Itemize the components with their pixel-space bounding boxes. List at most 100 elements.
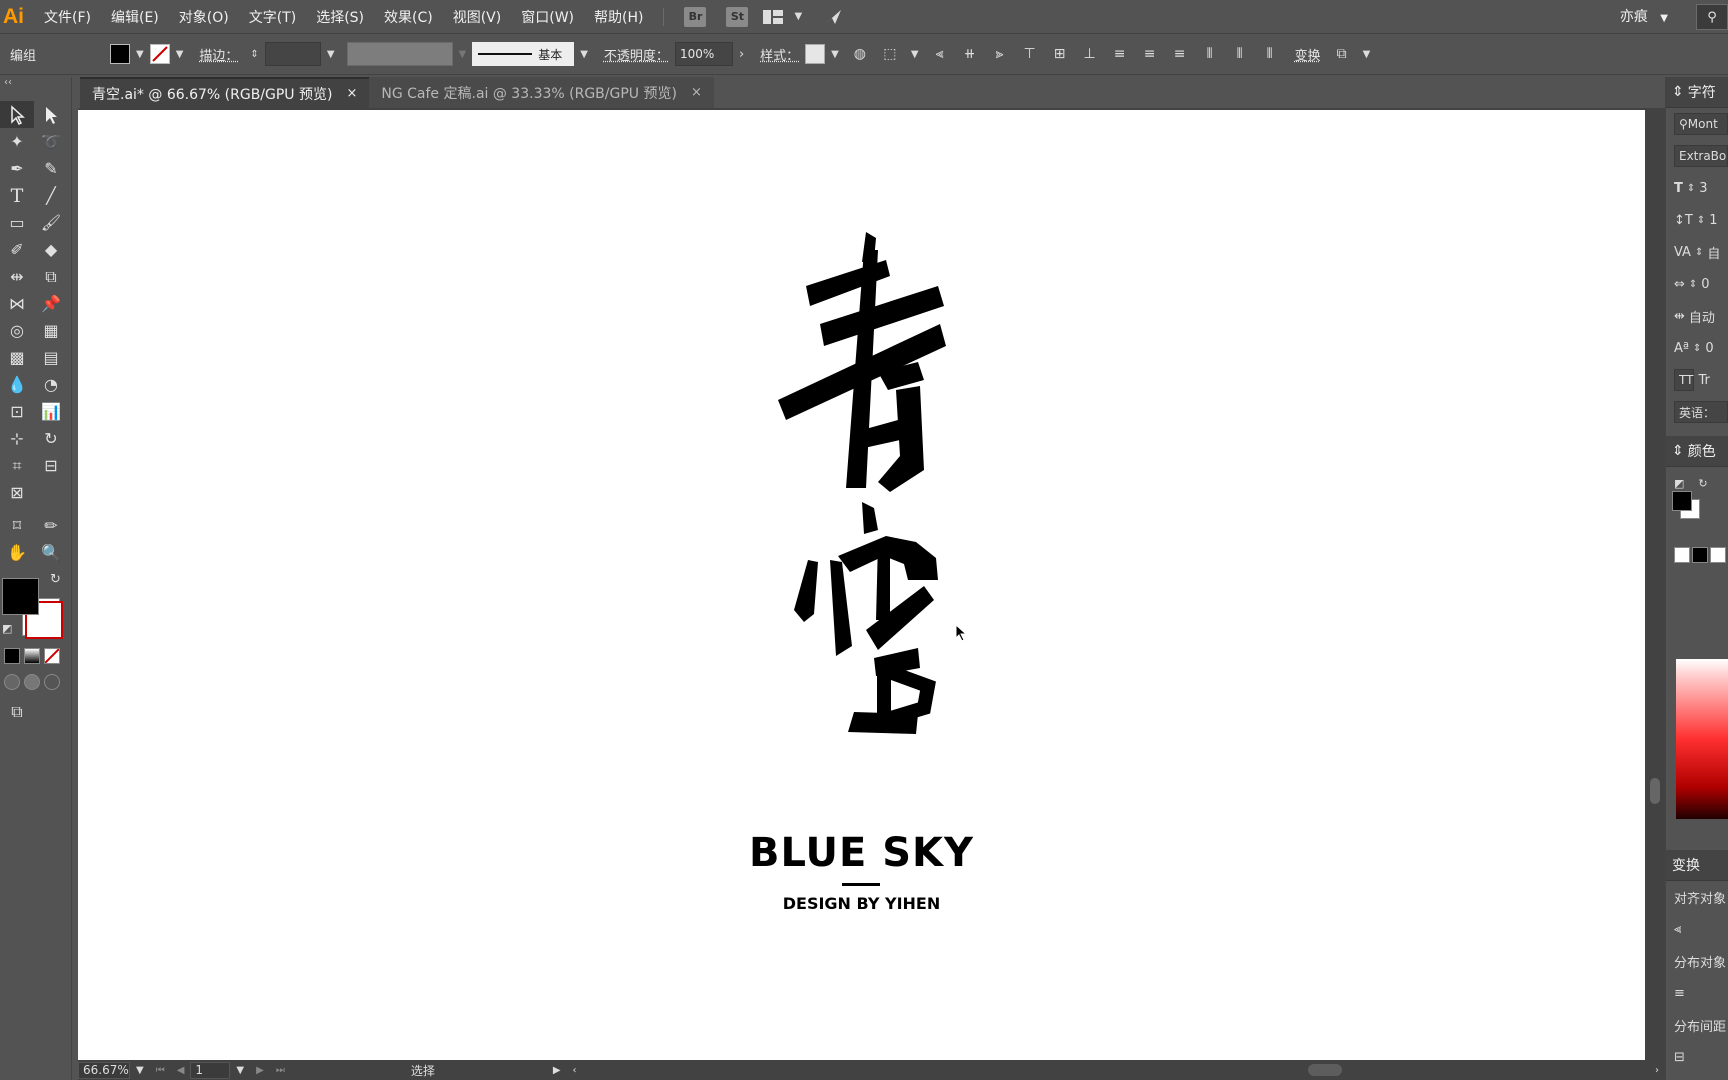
align-to-selection-icon[interactable]: ⬚ [879,43,901,65]
pen-tool-icon[interactable]: ✒ [0,155,34,182]
none-color-chip[interactable] [1674,547,1690,563]
shaper-tool-icon[interactable]: ✐ [0,236,34,263]
draw-normal-icon[interactable] [4,674,20,690]
align-top-icon[interactable]: ⊤ [1019,43,1041,65]
shape-builder-tool-icon[interactable]: ◎ [0,317,34,344]
eyedropper-alt-tool-icon[interactable]: ✏ [34,512,68,539]
workspace-switcher[interactable]: 亦痕 ▼ [1620,6,1668,26]
brush-definition-field[interactable]: 基本 [472,42,575,66]
perspective-grid-tool-icon[interactable]: ▦ [34,317,68,344]
leading-field[interactable]: 1 [1709,213,1717,228]
previous-artboard-icon[interactable]: ◀ [177,1065,185,1076]
tracking-stepper[interactable]: ⇕ [1689,279,1697,290]
vertical-scroll-thumb[interactable] [1650,778,1660,804]
symbol-sprayer-tool-icon[interactable]: ⊡ [0,398,34,425]
align-vertical-center-icon[interactable]: ⊞ [1049,43,1071,65]
logo-artwork[interactable]: BLUE SKY DESIGN BY YIHEN [78,110,1645,1060]
zoom-dropdown-icon[interactable]: ▼ [136,1065,144,1076]
artboard-tool-icon[interactable]: ⌗ [0,452,34,479]
isolate-object-icon[interactable]: ⧉ [1331,43,1353,65]
transform-button[interactable]: 变换 [1295,45,1321,64]
eraser-tool-icon[interactable]: ◆ [34,236,68,263]
menu-help[interactable]: 帮助(H) [584,7,653,27]
bridge-button[interactable]: Br [684,6,707,27]
width-tool-icon[interactable]: ⋈ [0,290,34,317]
chevron-down-icon[interactable]: ▼ [794,11,802,22]
stroke-weight-field[interactable] [264,42,321,66]
control-menu-dropdown-icon[interactable]: ▼ [1363,49,1371,60]
recolor-artwork-icon[interactable]: ◍ [849,43,871,65]
scale-tool-icon[interactable]: ⧉ [34,263,68,290]
graphic-style-swatch[interactable] [805,44,826,64]
gpu-performance-icon[interactable] [822,6,844,28]
menu-edit[interactable]: 编辑(E) [101,7,169,27]
distribute-top-icon[interactable]: ≡ [1109,43,1131,65]
character-panel-tab[interactable]: ⇕ 字符 [1666,77,1728,108]
font-size-field[interactable]: 3 [1699,181,1707,196]
draw-inside-icon[interactable] [44,674,60,690]
white-color-chip[interactable] [1710,547,1726,563]
curvature-tool-icon[interactable]: ✎ [34,155,68,182]
menu-effect[interactable]: 效果(C) [374,7,443,27]
rectangle-tool-icon[interactable]: ▭ [0,209,34,236]
transform-panel-tab[interactable]: 变换 [1666,850,1728,881]
logo-title[interactable]: BLUE SKY [78,830,1645,876]
tab-ng-cafe[interactable]: NG Cafe 定稿.ai @ 33.33% (RGB/GPU 预览) × [369,77,714,108]
canvas-area[interactable]: BLUE SKY DESIGN BY YIHEN [78,108,1645,1060]
next-artboard-icon[interactable]: ▶ [256,1065,264,1076]
stroke-label[interactable]: 描边： [199,45,238,64]
stock-button[interactable]: St [726,6,749,27]
eyedropper-tool-icon[interactable]: 💧 [0,371,34,398]
logo-divider-rule[interactable] [842,883,880,886]
stroke-weight-stepper[interactable]: ⇕ [250,49,258,60]
auto-spacing-field[interactable]: 自动 [1689,307,1715,326]
scroll-right-icon[interactable]: › [1655,1065,1659,1076]
warp-tool-icon[interactable]: ↻ [34,425,68,452]
first-artboard-icon[interactable]: ⏮ [156,1065,165,1076]
align-left-icon[interactable]: ⫷ [929,43,951,65]
screen-mode-icon[interactable]: ⧉ [0,698,34,725]
brush-dropdown-icon[interactable]: ▼ [580,49,588,60]
vertical-scrollbar[interactable] [1645,108,1665,1060]
default-colors-icon[interactable]: ◩ [1674,477,1684,490]
distribute-bottom-icon[interactable]: ≡ [1169,43,1191,65]
default-fill-stroke-icon[interactable]: ◩ [2,622,12,635]
distribute-left-icon[interactable]: ⦀ [1199,43,1221,65]
black-color-chip[interactable] [1692,547,1708,563]
menu-type[interactable]: 文字(T) [239,7,306,27]
align-to-dropdown-icon[interactable]: ▼ [911,49,919,60]
artboard[interactable]: BLUE SKY DESIGN BY YIHEN [78,110,1645,1060]
distribute-vertical-center-icon[interactable]: ≡ [1139,43,1161,65]
scroll-left-icon[interactable]: ‹ [573,1065,577,1076]
distribute-horizontal-center-icon[interactable]: ⦀ [1229,43,1251,65]
opacity-slider-arrow-icon[interactable]: › [739,47,744,62]
type-tool-icon[interactable]: T [0,182,34,209]
font-style-field[interactable]: ExtraBo [1674,145,1728,167]
menu-select[interactable]: 选择(S) [306,7,374,27]
fill-dropdown-icon[interactable]: ▼ [136,49,144,60]
align-horizontal-center-icon[interactable]: ⧺ [959,43,981,65]
paintbrush-tool-icon[interactable]: 🖌 [34,209,68,236]
baseline-stepper[interactable]: ⇕ [1693,343,1701,354]
stroke-swatch[interactable] [149,44,170,64]
crop-image-tool-icon[interactable]: ⊠ [0,479,34,506]
language-field[interactable]: 英语： [1674,401,1728,423]
distribute-top-icon[interactable]: ≡ [1674,986,1685,1001]
free-transform-tool-icon[interactable]: ⊹ [0,425,34,452]
direct-selection-tool-icon[interactable] [34,101,68,128]
draw-behind-icon[interactable] [24,674,40,690]
stroke-weight-dropdown-icon[interactable]: ▼ [327,49,335,60]
align-bottom-icon[interactable]: ⊥ [1079,43,1101,65]
calligraphy-glyphs[interactable] [78,110,1645,1060]
small-caps-button[interactable]: Tr [1698,373,1709,388]
tab-qingkong[interactable]: 青空.ai* @ 66.67% (RGB/GPU 预览) × [80,77,370,108]
style-dropdown-icon[interactable]: ▼ [831,49,839,60]
opacity-label[interactable]: 不透明度： [604,45,669,64]
search-icon[interactable]: ⚲ [1696,4,1728,30]
slice-tool-icon[interactable]: ⊟ [34,452,68,479]
menu-window[interactable]: 窗口(W) [511,7,584,27]
swap-colors-icon[interactable]: ↻ [1698,477,1707,490]
leading-stepper[interactable]: ⇕ [1697,215,1705,226]
profile-dropdown-icon[interactable]: ▼ [459,49,467,60]
menu-object[interactable]: 对象(O) [169,7,239,27]
